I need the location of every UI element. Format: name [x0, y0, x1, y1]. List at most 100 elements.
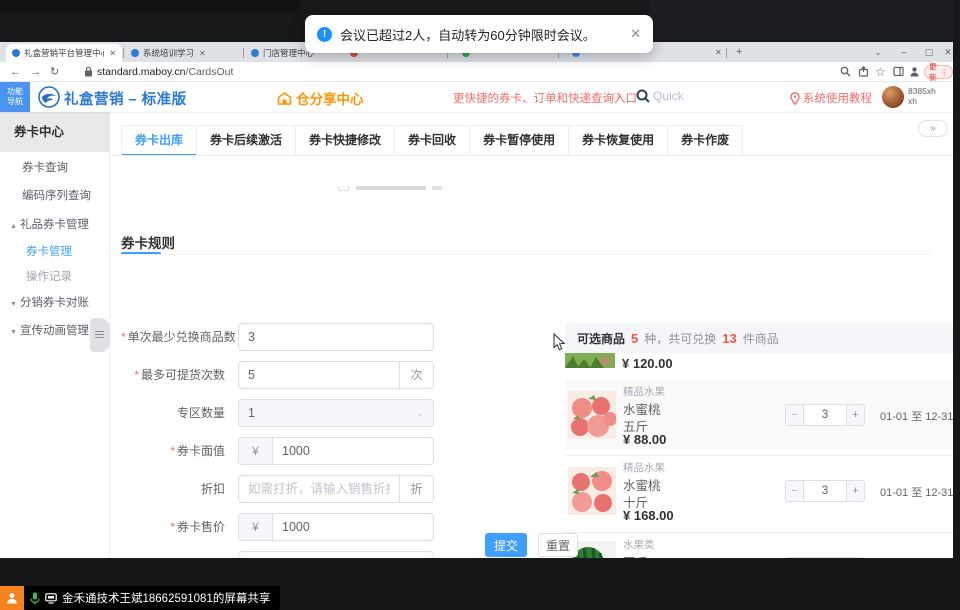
quantity-input[interactable]	[804, 405, 846, 425]
reload-icon[interactable]: ↻	[50, 62, 59, 82]
form-row-face-value: *券卡面值 ¥	[121, 437, 451, 465]
label-text: 折扣	[201, 482, 225, 496]
zone-count-select[interactable]: ⌄	[238, 399, 434, 427]
nav-toggle-label: 功能	[0, 87, 30, 97]
desktop-window-shadow	[650, 0, 960, 40]
toast-close-icon[interactable]: ✕	[630, 26, 641, 42]
products-summary: 可选商品 5 种，共可兑换 13 件商品	[565, 323, 953, 353]
form-row-min-exchange: *单次最少兑换商品数	[121, 323, 451, 351]
share-center-link[interactable]: 仓分享中心	[277, 88, 364, 108]
section-title: 券卡规则	[121, 232, 175, 252]
required-asterisk: *	[121, 330, 126, 344]
label-text: 最多可提货次数	[141, 368, 225, 382]
product-price: ¥ 88.00	[623, 432, 666, 447]
sidebar-item-operation-log[interactable]: 操作记录	[0, 265, 110, 289]
window-minimize-icon[interactable]: –	[896, 42, 912, 62]
sidebar-item-card-query[interactable]: 券卡查询	[0, 156, 110, 180]
sidebar-icon[interactable]	[893, 66, 904, 77]
profile-icon[interactable]	[909, 66, 920, 77]
tab-card-void[interactable]: 券卡作废	[668, 126, 742, 156]
nav-toggle-button[interactable]: 功能 导航	[0, 82, 30, 112]
max-pickup-input[interactable]	[239, 362, 399, 388]
user-avatar[interactable]	[882, 86, 904, 108]
url-bar[interactable]: standard.maboy.cn/CardsOut	[97, 62, 233, 82]
tab-followup-activation[interactable]: 券卡后续激活	[197, 126, 296, 156]
user-name: 8385xh xh	[908, 86, 936, 106]
window-menu-icon[interactable]: ⌄	[870, 42, 886, 62]
tutorial-link[interactable]: 系统使用教程	[790, 90, 872, 106]
submit-button[interactable]: 提交	[485, 533, 527, 557]
user-name-sub: xh	[908, 96, 936, 106]
panel-collapse-button[interactable]: »	[918, 120, 948, 137]
currency-prefix: ¥	[239, 438, 273, 464]
mouse-cursor	[553, 333, 566, 351]
summary-mid: 种，共可兑换	[644, 330, 716, 347]
tab-close-icon[interactable]: ✕	[199, 49, 206, 58]
new-tab-button[interactable]: +	[736, 46, 742, 58]
tab-close-icon[interactable]: ✕	[715, 48, 722, 57]
tab-card-resume[interactable]: 券卡恢复使用	[569, 126, 668, 156]
min-exchange-input[interactable]	[239, 324, 433, 350]
required-asterisk: *	[134, 368, 139, 382]
quantity-stepper: − +	[785, 557, 865, 558]
tab-quick-modify[interactable]: 券卡快捷修改	[296, 126, 395, 156]
face-value-input[interactable]	[273, 438, 433, 464]
form-row-discount: 折扣 折	[121, 475, 451, 503]
quick-search-icon[interactable]	[636, 89, 650, 103]
unit-suffix: 折	[399, 476, 433, 502]
minus-button[interactable]: −	[786, 481, 804, 501]
tab-close-icon[interactable]: ✕	[109, 49, 116, 58]
sidebar-collapse-handle[interactable]	[90, 318, 110, 352]
plus-button[interactable]: +	[846, 405, 864, 425]
browser-tab-2[interactable]: 系统培训学习 ✕	[125, 44, 241, 62]
share-icon[interactable]	[858, 66, 869, 77]
discount-input[interactable]	[239, 476, 399, 502]
tab-card-suspend[interactable]: 券卡暂停使用	[470, 126, 569, 156]
sidebar-item-code-sequence-query[interactable]: 编码序列查询	[0, 184, 110, 208]
sale-price-field: ¥	[238, 513, 434, 541]
product-row-clipped: ¥ 120.00	[565, 353, 953, 379]
tab-favicon	[12, 49, 20, 57]
page-tab-bar: 券卡出库 券卡后续激活 券卡快捷修改 券卡回收 券卡暂停使用 券卡恢复使用 券卡…	[121, 125, 743, 155]
triangle-up-icon: ▲	[10, 215, 20, 239]
card-type-input[interactable]	[239, 552, 433, 558]
search-icon[interactable]	[840, 66, 851, 77]
minus-button[interactable]: −	[786, 405, 804, 425]
plus-button[interactable]: +	[846, 481, 864, 501]
field-label: *券卡售价	[121, 513, 225, 541]
label-text: 单次最少兑换商品数	[128, 330, 236, 344]
clipped-text	[432, 186, 442, 190]
forward-icon[interactable]: →	[30, 62, 41, 82]
sidebar-item-card-management[interactable]: 券卡管理	[0, 240, 110, 264]
sidebar-group-gift-card-management[interactable]: ▲礼品券卡管理	[0, 213, 110, 237]
tab-card-recycle[interactable]: 券卡回收	[395, 126, 470, 156]
window-close-icon[interactable]: ✕	[940, 42, 956, 62]
back-icon[interactable]: ←	[10, 62, 21, 82]
share-text: 金禾通技术王斌18662591081的屏幕共享	[62, 590, 270, 606]
product-row-watermelon: 水果类 西瓜 精品礼盒 ¥ 199.00 − + 01-01 至 12-31 总…	[565, 532, 953, 558]
form-row-zone-count: 专区数量 ⌄	[121, 399, 451, 427]
peach-photo	[568, 467, 616, 515]
quantity-input[interactable]	[804, 481, 846, 501]
desktop-window-shadow	[0, 0, 300, 12]
quick-label[interactable]: Quick	[653, 89, 684, 103]
sale-price-input[interactable]	[273, 514, 433, 540]
peach-photo	[568, 391, 616, 439]
face-value-field: ¥	[238, 437, 434, 465]
window-maximize-icon[interactable]: ▢	[921, 42, 937, 62]
unit-suffix: 次	[399, 362, 433, 388]
update-button[interactable]: 更新⋮	[924, 65, 953, 79]
max-pickup-field: 次	[238, 361, 434, 389]
label-text: 专区数量	[177, 406, 225, 420]
tab-cards-out[interactable]: 券卡出库	[122, 126, 197, 156]
browser-tab-1[interactable]: 礼盒营销平台管理中心 ✕	[6, 44, 122, 62]
reset-button[interactable]: 重置	[538, 533, 578, 557]
app-header: 功能 导航 礼盒营销 – 标准版 仓分享中心 更快捷的券卡、订单和快递查询入口 …	[0, 82, 953, 112]
field-label: *最多可提货次数	[121, 361, 225, 389]
tab-favicon	[131, 49, 139, 57]
star-icon[interactable]: ☆	[875, 62, 886, 82]
tab-title: 系统培训学习	[143, 47, 194, 59]
sidebar-group-distribution-reconciliation[interactable]: ▼分销券卡对账	[0, 291, 110, 315]
toast-message: 会议已超过2人，自动转为60分钟限时会议。	[340, 25, 596, 44]
zone-count-value[interactable]	[239, 400, 407, 426]
